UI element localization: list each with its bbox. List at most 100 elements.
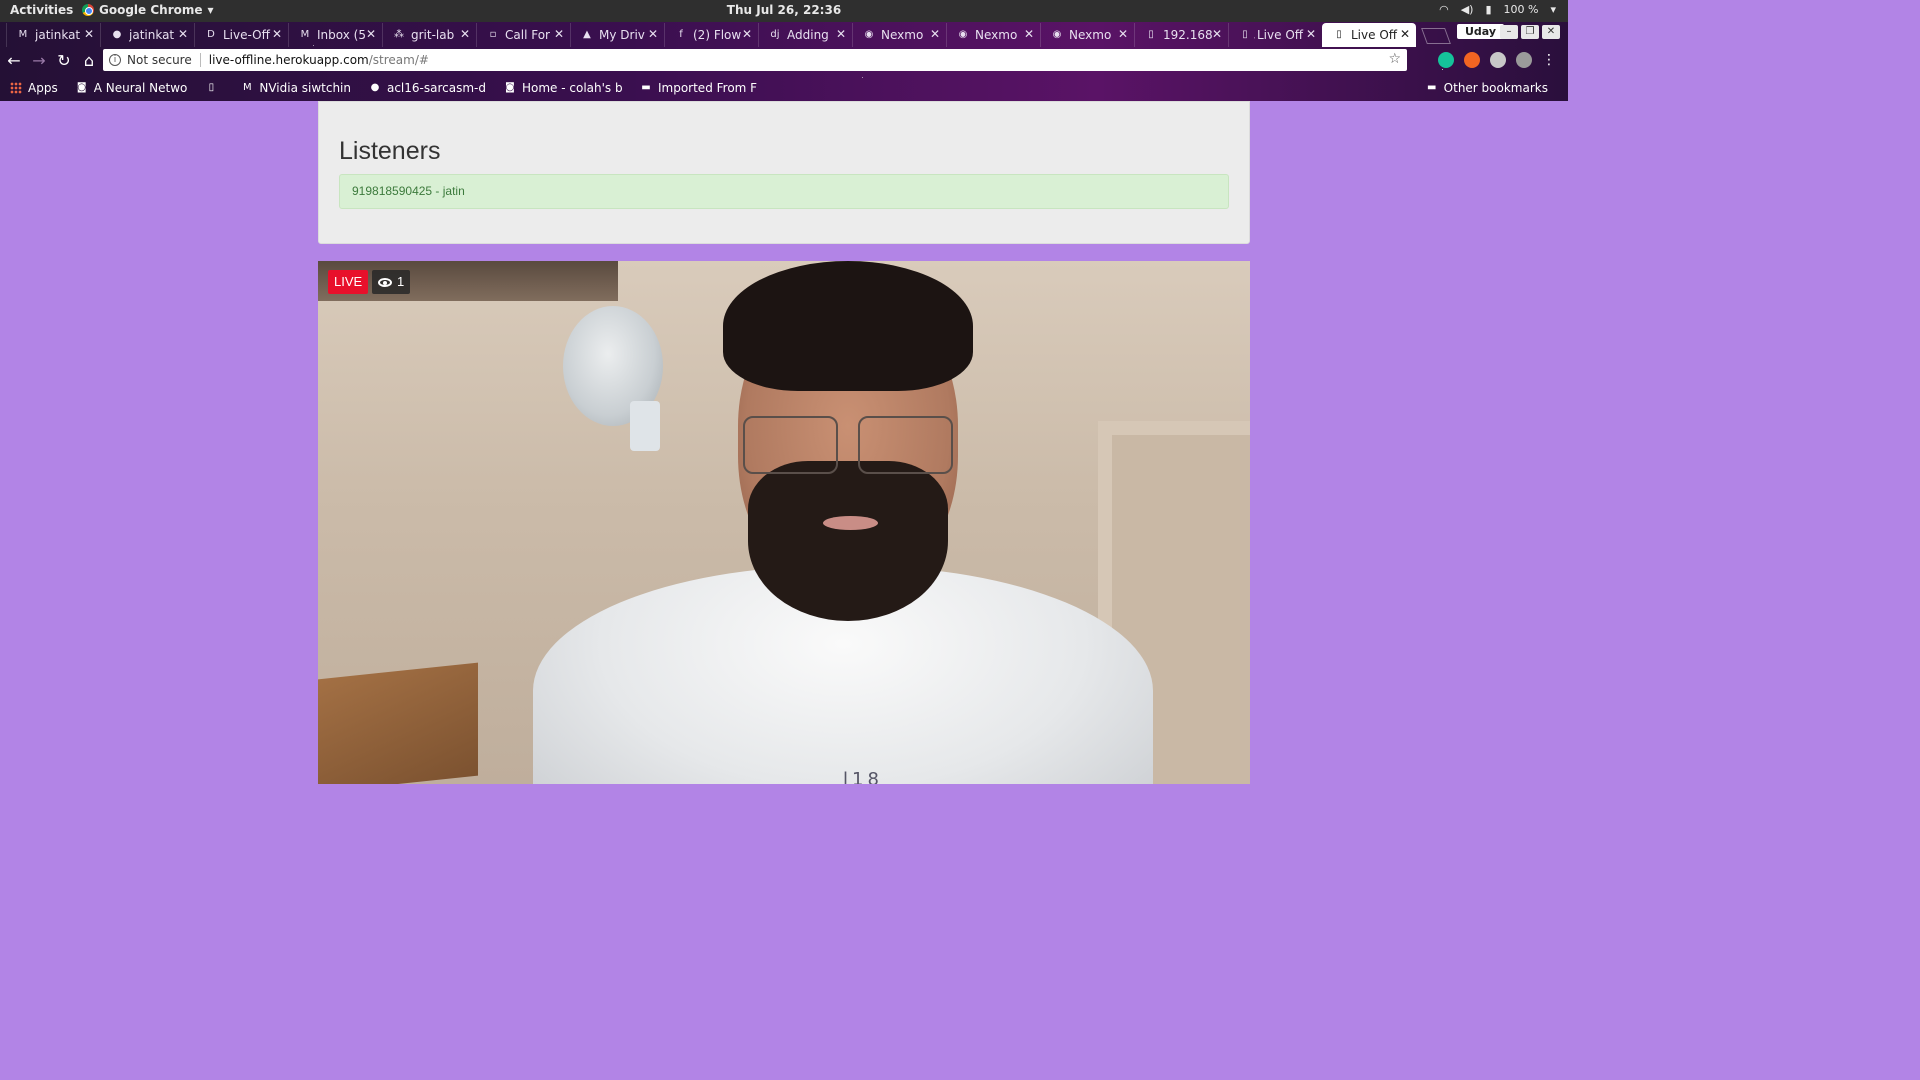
page-icon: ▯ — [208, 82, 215, 93]
github-icon: ● — [370, 82, 380, 93]
document-icon: ▯ — [1336, 29, 1342, 40]
browser-tab[interactable]: ◉ Nexmo ✕ — [852, 23, 946, 47]
reload-icon[interactable]: ↻ — [53, 50, 75, 72]
tab-label: Nexmo — [975, 28, 1018, 42]
browser-tab[interactable]: ▯ Live Off ✕ — [1322, 23, 1416, 47]
close-tab-icon[interactable]: ✕ — [554, 27, 564, 41]
app-name: Google Chrome — [99, 3, 203, 17]
browser-tab[interactable]: ▯ Live Off ✕ — [1228, 23, 1322, 47]
folder-icon: ▬ — [1426, 82, 1437, 93]
address-bar[interactable]: i Not secure live-offline.herokuapp.com … — [103, 49, 1407, 71]
tab-label: My Driv — [599, 28, 645, 42]
close-tab-icon[interactable]: ✕ — [84, 27, 94, 41]
facebook-icon: f — [679, 29, 683, 40]
new-tab-button[interactable] — [1421, 28, 1451, 44]
browser-toolbar: ← → ↻ ⌂ i Not secure live-offline.heroku… — [0, 48, 1568, 74]
close-tab-icon[interactable]: ✕ — [178, 27, 188, 41]
system-tray[interactable]: ◠ ◀) ▮ 100 % ▾ — [1439, 3, 1556, 16]
close-tab-icon[interactable]: ✕ — [272, 27, 282, 41]
bookmark-icon: ◙ — [76, 82, 87, 93]
browser-chrome: Mjatinkat ✕ ● jatinkat ✕ D Live-Off ✕ M Inbox (5 ✕… — [0, 22, 1568, 101]
browser-tab[interactable]: M Inbox (5 ✕ — [288, 23, 382, 47]
extension-shield-icon[interactable] — [1490, 52, 1506, 68]
browser-tab[interactable]: ● jatinkat ✕ — [100, 23, 194, 47]
extension-orange-icon[interactable] — [1464, 52, 1480, 68]
more-menu-icon[interactable]: ⋮ — [1542, 52, 1556, 68]
browser-tab[interactable]: ▲ My Driv ✕ — [570, 23, 664, 47]
bookmark-item[interactable]: ● acl16-sarcasm-d — [369, 81, 486, 95]
bookmark-label: Home - colah's b — [521, 81, 622, 95]
app-menu[interactable]: Google Chrome ▾ — [82, 3, 214, 17]
minimize-icon[interactable]: – — [1500, 25, 1518, 39]
extensions — [1438, 52, 1532, 68]
tab-label: (2) Flow — [693, 28, 742, 42]
close-tab-icon[interactable]: ✕ — [1212, 27, 1222, 41]
document-icon: ▯ — [1148, 29, 1154, 40]
nexmo-icon: ◉ — [1052, 29, 1062, 40]
tab-label: Live Off — [1351, 28, 1398, 42]
close-icon[interactable]: ✕ — [1542, 25, 1560, 39]
browser-tab[interactable]: ⁂ grit-lab ✕ — [382, 23, 476, 47]
bookmark-item[interactable]: M NVidia siwtchin — [241, 81, 351, 95]
volume-icon: ◀) — [1460, 3, 1474, 16]
close-tab-icon[interactable]: ✕ — [366, 27, 376, 41]
close-tab-icon[interactable]: ✕ — [1024, 27, 1034, 41]
clock[interactable]: Thu Jul 26, 22:36 — [0, 3, 1568, 17]
bookmarks-bar: Apps ◙ A Neural Netwo ▯ M NVidia siwtchin ● acl… — [0, 76, 1568, 100]
security-indicator[interactable]: Not secure — [127, 53, 192, 67]
wifi-icon: ◠ — [1439, 3, 1449, 16]
info-icon[interactable]: i — [109, 54, 121, 66]
battery-level: 100 % — [1503, 3, 1539, 16]
tab-label: jatinkat — [35, 28, 81, 42]
back-icon[interactable]: ← — [3, 50, 25, 72]
restore-icon[interactable]: ❐ — [1521, 25, 1539, 39]
video-person-beard — [748, 461, 948, 621]
chevron-down-icon: ▾ — [207, 3, 214, 17]
browser-tab[interactable]: f (2) Flow ✕ — [664, 23, 758, 47]
bookmark-star-icon[interactable]: ☆ — [1388, 51, 1401, 67]
browser-tab[interactable]: ◉ Nexmo ✕ — [946, 23, 1040, 47]
forward-icon[interactable]: → — [28, 50, 50, 72]
grammarly-icon[interactable] — [1438, 52, 1454, 68]
video-person-glasses — [743, 416, 953, 476]
tab-strip: Mjatinkat ✕ ● jatinkat ✕ D Live-Off ✕ M Inbox (5 ✕… — [6, 23, 1451, 48]
nexmo-icon: ◉ — [958, 29, 968, 40]
tab-label: Adding — [787, 28, 829, 42]
folder-icon: ▬ — [641, 82, 651, 93]
close-tab-icon[interactable]: ✕ — [648, 27, 658, 41]
close-tab-icon[interactable]: ✕ — [1400, 27, 1410, 41]
bookmark-item[interactable]: ▯ — [205, 82, 223, 94]
browser-tab[interactable]: dj Adding ✕ — [758, 23, 852, 47]
close-tab-icon[interactable]: ✕ — [930, 27, 940, 41]
close-tab-icon[interactable]: ✕ — [742, 27, 752, 41]
extension-gray-icon[interactable] — [1516, 52, 1532, 68]
home-icon[interactable]: ⌂ — [78, 50, 100, 72]
bookmark-item[interactable]: Apps — [10, 81, 58, 95]
browser-tab[interactable]: ▫ Call For ✕ — [476, 23, 570, 47]
activities-button[interactable]: Activities — [10, 3, 73, 17]
bookmark-item[interactable]: ▬ Imported From F — [640, 81, 757, 95]
viewer-count: 1 — [397, 274, 405, 289]
tab-label: Live-Off — [223, 28, 270, 42]
os-top-bar: Activities Google Chrome ▾ Thu Jul 26, 2… — [0, 0, 1568, 22]
close-tab-icon[interactable]: ✕ — [460, 27, 470, 41]
divider — [199, 53, 201, 67]
bookmark-item[interactable]: ◙ Home - colah's b — [504, 81, 622, 95]
medium-icon: M — [243, 82, 252, 93]
close-tab-icon[interactable]: ✕ — [836, 27, 846, 41]
browser-tab[interactable]: D Live-Off ✕ — [194, 23, 288, 47]
bookmark-item[interactable]: ◙ A Neural Netwo — [76, 81, 188, 95]
browser-tab[interactable]: Mjatinkat ✕ — [6, 23, 100, 47]
close-tab-icon[interactable]: ✕ — [1118, 27, 1128, 41]
other-bookmarks[interactable]: ▬ Other bookmarks — [1426, 81, 1548, 95]
browser-tab[interactable]: ◉ Nexmo ✕ — [1040, 23, 1134, 47]
live-video-stream[interactable]: l18 LIVE 1 — [318, 261, 1250, 784]
browser-tab[interactable]: ▯ 192.168 ✕ — [1134, 23, 1228, 47]
close-tab-icon[interactable]: ✕ — [1306, 27, 1316, 41]
other-bookmarks-label: Other bookmarks — [1443, 81, 1548, 95]
chrome-icon — [82, 4, 94, 16]
tab-label: grit-lab — [411, 28, 455, 42]
profile-button[interactable]: Uday — [1456, 24, 1504, 39]
tab-label: Live Off — [1257, 28, 1304, 42]
window-controls: – ❐ ✕ — [1500, 25, 1560, 39]
